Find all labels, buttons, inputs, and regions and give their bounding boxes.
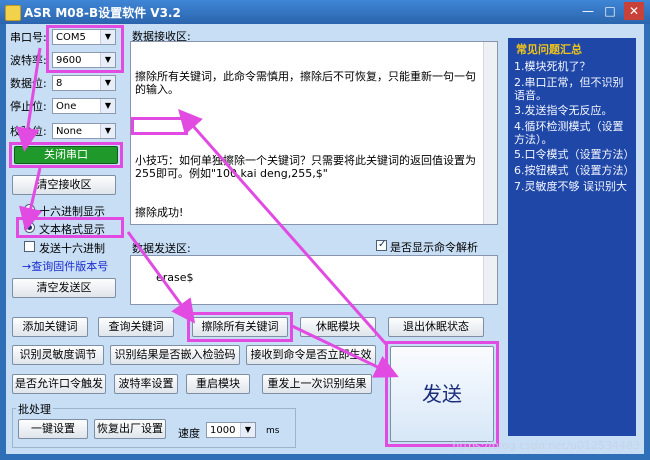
maximize-button[interactable]: □ xyxy=(600,2,620,20)
port-value: COM5 xyxy=(56,32,86,43)
immediate-effect-button[interactable]: 接收到命令是否立即生效 xyxy=(246,345,376,365)
watermark: https://blog.csdn.net/u012534483 xyxy=(452,439,640,452)
send-hex-checkbox[interactable] xyxy=(24,241,35,252)
databits-label: 数据位: xyxy=(10,77,47,90)
add-keyword-button[interactable]: 添加关键词 xyxy=(12,317,88,337)
speed-select[interactable]: 1000 ▼ xyxy=(206,422,256,438)
chevron-down-icon: ▼ xyxy=(100,76,115,90)
exit-sleep-button[interactable]: 退出休眠状态 xyxy=(388,317,484,337)
minimize-button[interactable]: — xyxy=(578,2,598,20)
text-display-label: 文本格式显示 xyxy=(39,223,105,236)
faq-item-6[interactable]: 6.按钮模式（设置方法） xyxy=(514,164,635,177)
chevron-down-icon: ▼ xyxy=(100,53,115,67)
send-button[interactable]: 发送 xyxy=(390,346,494,442)
batch-group-title: 批处理 xyxy=(16,401,53,417)
baud-select[interactable]: 9600 ▼ xyxy=(52,52,116,68)
faq-item-5[interactable]: 5.口令模式（设置方法） xyxy=(514,148,635,161)
port-select[interactable]: COM5 ▼ xyxy=(52,29,116,45)
sleep-module-button[interactable]: 休眠模块 xyxy=(300,317,376,337)
hex-display-label: 十六进制显示 xyxy=(39,205,105,218)
resend-last-result-button[interactable]: 重发上一次识别结果 xyxy=(262,374,372,394)
app-icon xyxy=(5,5,21,21)
query-firmware-link[interactable]: →查询固件版本号 xyxy=(22,258,108,274)
text-display-radio[interactable] xyxy=(24,222,35,233)
receive-scrollbar[interactable] xyxy=(483,42,497,224)
clear-send-button[interactable]: 清空发送区 xyxy=(12,278,116,298)
close-button[interactable]: ✕ xyxy=(624,2,644,20)
faq-item-7[interactable]: 7.灵敏度不够 误识别大 xyxy=(514,180,632,193)
one-key-setup-button[interactable]: 一键设置 xyxy=(18,419,88,439)
faq-item-1[interactable]: 1.模块死机了？ xyxy=(514,60,632,73)
embed-checksum-button[interactable]: 识别结果是否嵌入检验码 xyxy=(110,345,240,365)
send-textarea[interactable]: erase$ xyxy=(130,255,498,305)
send-text-value: erase$ xyxy=(155,271,194,284)
speed-label: 速度 xyxy=(178,427,200,440)
client-area: 串口号: COM5 ▼ 波特率: 9600 ▼ 数据位: 8 ▼ 停止位: On… xyxy=(6,24,644,454)
databits-value: 8 xyxy=(56,78,63,89)
clear-receive-button[interactable]: 清空接收区 xyxy=(12,175,116,195)
query-keyword-button[interactable]: 查询关键词 xyxy=(98,317,174,337)
faq-sidebar: 常见问题汇总 1.模块死机了？ 2.串口正常，但不识别语音。 3.发送指令无反应… xyxy=(508,38,636,436)
parity-label: 校验位: xyxy=(10,125,47,138)
close-port-button[interactable]: 关闭串口 xyxy=(14,146,118,164)
sensitivity-button[interactable]: 识别灵敏度调节 xyxy=(12,345,104,365)
send-hex-label: 发送十六进制 xyxy=(39,242,105,255)
faq-title: 常见问题汇总 xyxy=(516,43,582,56)
show-parse-checkbox[interactable] xyxy=(376,239,387,251)
erase-all-keywords-button[interactable]: 擦除所有关键词 xyxy=(192,317,288,337)
receive-line-3: 擦除成功! xyxy=(135,206,184,219)
baud-label: 波特率: xyxy=(10,54,47,67)
faq-item-3[interactable]: 3.发送指令无反应。 xyxy=(514,104,632,117)
receive-line-2: 小技巧：如何单独擦除一个关键词？只需要将此关键词的返回值设置为255即可。例如"… xyxy=(135,154,476,180)
hex-display-radio[interactable] xyxy=(24,204,35,215)
chevron-down-icon: ▼ xyxy=(100,124,115,138)
stopbits-label: 停止位: xyxy=(10,100,47,113)
baud-setting-button[interactable]: 波特率设置 xyxy=(114,374,178,394)
window-title: ASR M08-B设置软件 V3.2 xyxy=(24,6,181,20)
parity-value: None xyxy=(56,126,83,137)
chevron-down-icon: ▼ xyxy=(100,99,115,113)
restart-module-button[interactable]: 重启模块 xyxy=(186,374,250,394)
parity-select[interactable]: None ▼ xyxy=(52,123,116,139)
databits-select[interactable]: 8 ▼ xyxy=(52,75,116,91)
receive-textarea[interactable]: 擦除所有关键词，此命令需慎用，擦除后不可恢复，只能重新一句一句的输入。 小技巧：… xyxy=(130,41,498,225)
title-bar: ASR M08-B设置软件 V3.2 — □ ✕ xyxy=(0,0,650,24)
speed-value: 1000 xyxy=(210,425,236,436)
stopbits-value: One xyxy=(56,101,77,112)
baud-value: 9600 xyxy=(56,55,82,66)
chevron-down-icon: ▼ xyxy=(240,423,255,437)
speed-unit: ms xyxy=(266,426,280,436)
stopbits-select[interactable]: One ▼ xyxy=(52,98,116,114)
factory-reset-button[interactable]: 恢复出厂设置 xyxy=(94,419,166,439)
receive-line-1: 擦除所有关键词，此命令需慎用，擦除后不可恢复，只能重新一句一句的输入。 xyxy=(135,70,476,96)
faq-item-4[interactable]: 4.循环检测模式（设置方法）。 xyxy=(514,120,632,146)
port-label: 串口号: xyxy=(10,31,47,44)
send-area-label: 数据发送区: xyxy=(132,242,191,255)
chevron-down-icon: ▼ xyxy=(100,30,115,44)
send-scrollbar[interactable] xyxy=(483,256,497,304)
show-parse-label: 是否显示命令解析 xyxy=(390,241,478,254)
app-window: ASR M08-B设置软件 V3.2 — □ ✕ 串口号: COM5 ▼ 波特率… xyxy=(0,0,650,460)
password-trigger-button[interactable]: 是否允许口令触发 xyxy=(12,374,106,394)
faq-item-2[interactable]: 2.串口正常，但不识别语音。 xyxy=(514,76,632,102)
